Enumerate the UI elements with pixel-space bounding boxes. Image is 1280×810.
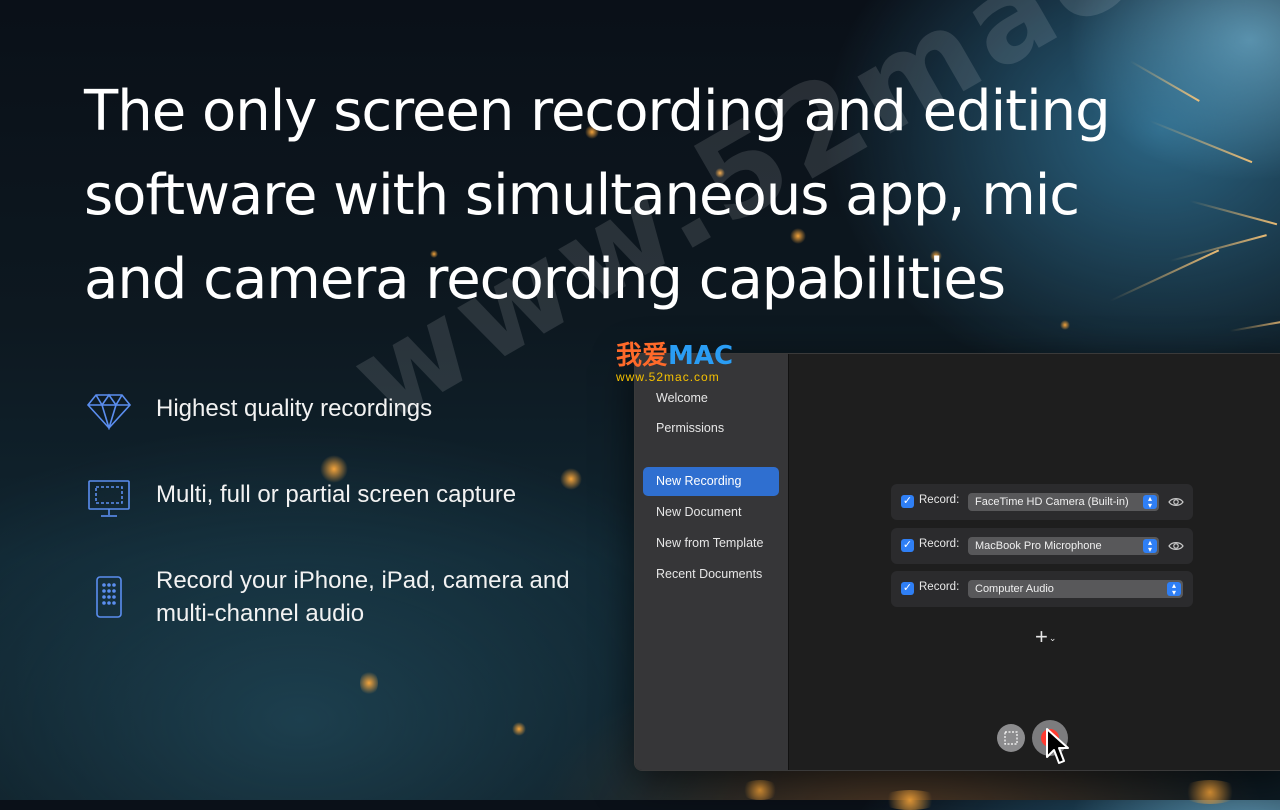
source-row-computer-audio: ✓ Record: Computer Audio ▴ ▾ [891, 571, 1193, 607]
source-select-value: FaceTime HD Camera (Built-in) [975, 496, 1129, 508]
logo-mac-text: MAC [668, 341, 734, 371]
source-checkbox[interactable]: ✓ [901, 582, 914, 595]
eye-icon[interactable] [1168, 538, 1184, 554]
source-label: Record: [919, 581, 960, 593]
source-row-microphone: ✓ Record: MacBook Pro Microphone ▴ ▾ [891, 528, 1193, 564]
sidebar-item-new-from-template[interactable]: New from Template [643, 529, 779, 558]
chevron-updown-icon: ▴ ▾ [1143, 539, 1157, 554]
source-label: Record: [919, 494, 960, 506]
source-select-value: Computer Audio [975, 583, 1054, 595]
monitor-icon [86, 476, 132, 522]
source-select[interactable]: Computer Audio ▴ ▾ [968, 580, 1183, 598]
feature-item: Multi, full or partial screen capture [86, 476, 516, 522]
select-area-button[interactable] [997, 724, 1025, 752]
add-source-button[interactable]: +⌄ [1035, 626, 1056, 649]
recording-panel: ✓ Record: FaceTime HD Camera (Built-in) … [789, 354, 1280, 770]
sidebar-item-recent-documents[interactable]: Recent Documents [643, 560, 779, 589]
sidebar-item-new-recording[interactable]: New Recording [643, 467, 779, 496]
source-select-value: MacBook Pro Microphone [975, 540, 1102, 552]
phone-icon [86, 574, 132, 620]
watermark-logo: 我爱MAC www.52mac.com [616, 342, 733, 384]
source-row-camera: ✓ Record: FaceTime HD Camera (Built-in) … [891, 484, 1193, 520]
diamond-icon [86, 388, 132, 434]
mouse-cursor-icon [1046, 728, 1069, 764]
feature-item: Record your iPhone, iPad, camera and mul… [86, 567, 570, 627]
app-window: Welcome Permissions New Recording New Do… [634, 353, 1280, 771]
chevron-updown-icon: ▴ ▾ [1143, 495, 1157, 510]
feature-item: Highest quality recordings [86, 388, 432, 434]
source-select[interactable]: FaceTime HD Camera (Built-in) ▴ ▾ [968, 493, 1159, 511]
source-checkbox[interactable]: ✓ [901, 539, 914, 552]
eye-icon[interactable] [1168, 494, 1184, 510]
chevron-updown-icon: ▴ ▾ [1167, 582, 1181, 597]
feature-text: Record your iPhone, iPad, camera and mul… [156, 567, 570, 627]
plus-icon: + [1035, 624, 1048, 649]
logo-url-text: www.52mac.com [616, 370, 720, 384]
source-select[interactable]: MacBook Pro Microphone ▴ ▾ [968, 537, 1159, 555]
chevron-down-icon: ⌄ [1048, 633, 1057, 644]
selection-icon [1004, 731, 1018, 745]
source-label: Record: [919, 538, 960, 550]
sidebar-item-welcome[interactable]: Welcome [643, 384, 779, 413]
source-checkbox[interactable]: ✓ [901, 495, 914, 508]
logo-cn-text: 我爱 [616, 341, 669, 371]
sidebar-item-permissions[interactable]: Permissions [643, 414, 779, 443]
sidebar: Welcome Permissions New Recording New Do… [635, 354, 789, 770]
feature-text: Multi, full or partial screen capture [156, 481, 517, 508]
sidebar-item-new-document[interactable]: New Document [643, 498, 779, 527]
